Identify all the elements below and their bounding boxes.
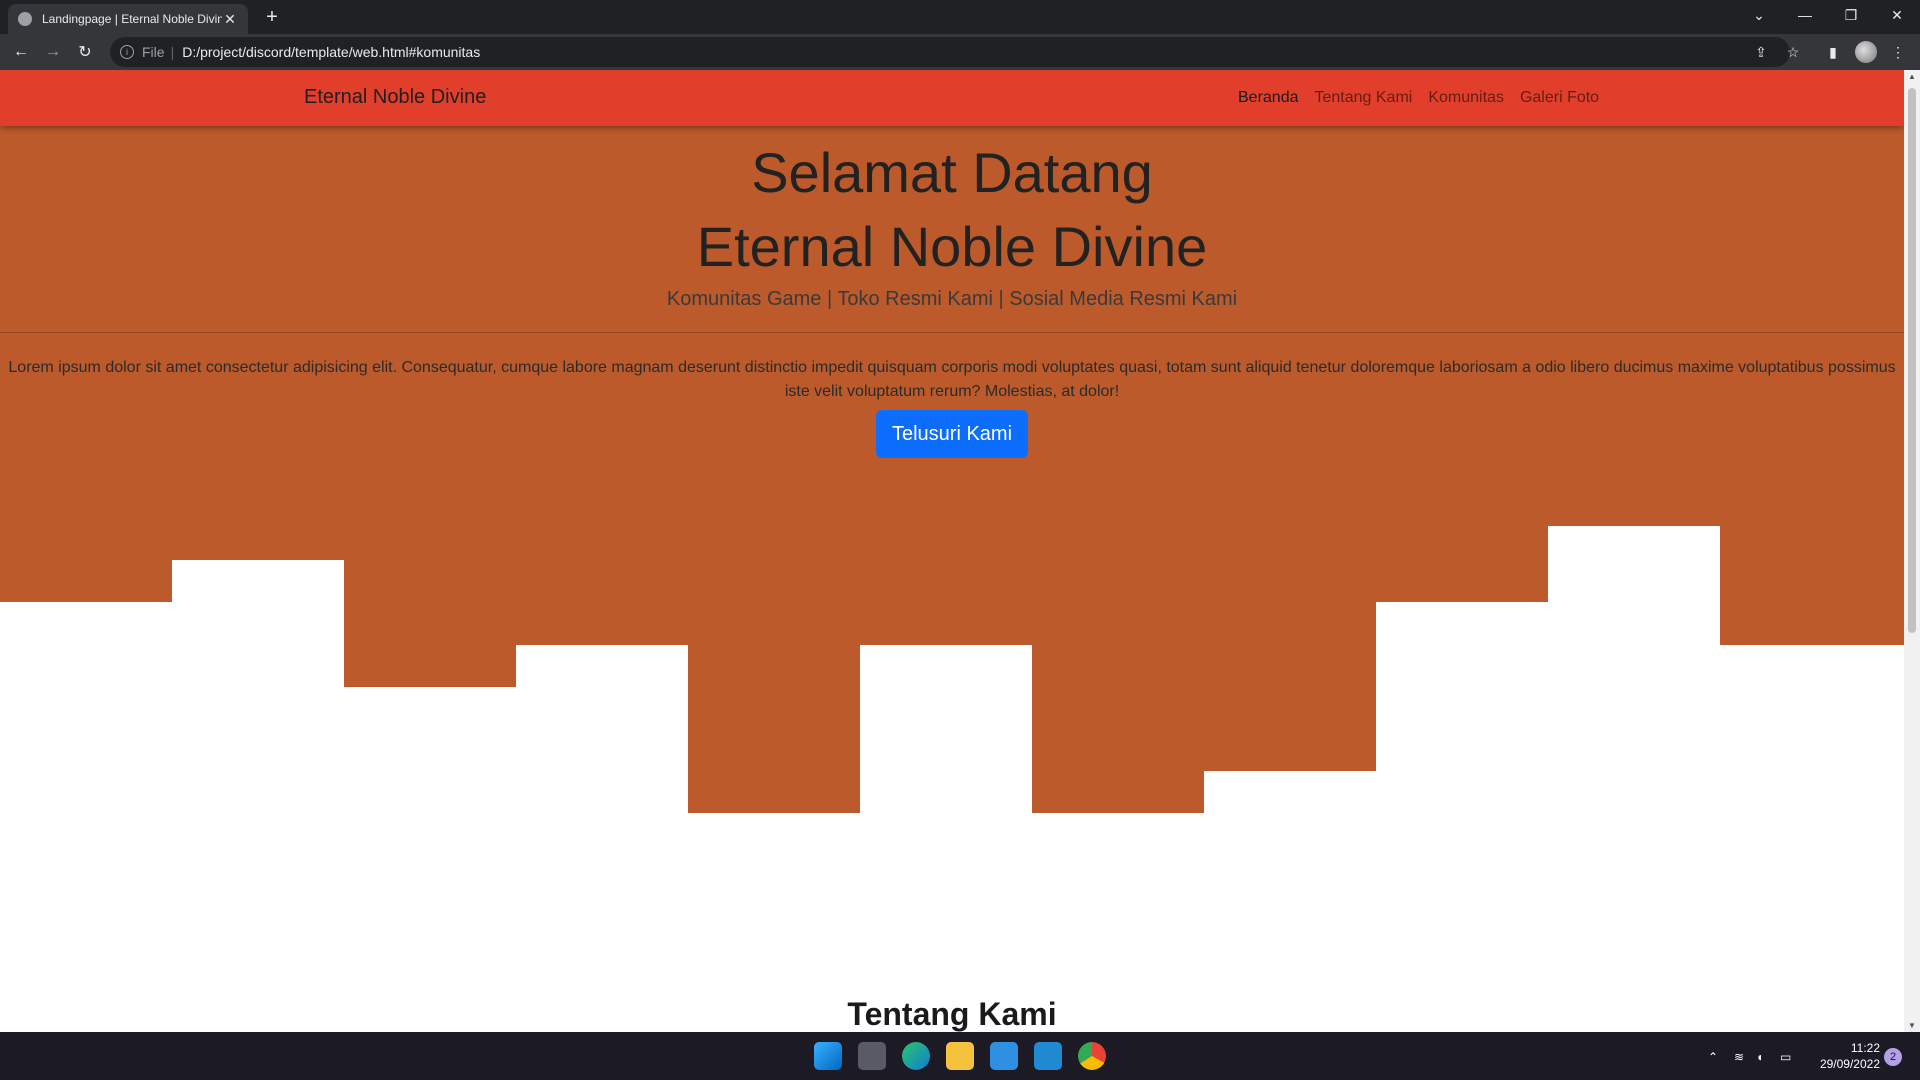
address-bar[interactable]: i File | D:/project/discord/template/web… [110,37,1790,67]
scroll-up-icon[interactable]: ▲ [1904,72,1920,81]
reload-icon[interactable]: ↻ [74,41,96,63]
nav-link-tentang-kami[interactable]: Tentang Kami [1315,89,1413,107]
browser-tab[interactable]: Landingpage | Eternal Noble Divine ✕ [8,4,248,34]
system-clock[interactable]: 11:22 29/09/2022 [1808,1040,1880,1072]
nav-link-beranda[interactable]: Beranda [1238,89,1299,107]
site-brand[interactable]: Eternal Noble Divine [304,86,486,109]
address-url[interactable]: D:/project/discord/template/web.html#kom… [182,44,480,60]
browser-tab-strip: Landingpage | Eternal Noble Divine ✕ + ⌄… [0,0,1920,34]
close-tab-icon[interactable]: ✕ [222,11,238,28]
page-viewport: Selamat Datang Eternal Noble Divine Komu… [0,70,1904,1032]
clock-time: 11:22 [1850,1041,1880,1055]
share-icon[interactable]: ⇪ [1750,41,1772,63]
close-window-icon[interactable]: ✕ [1874,0,1920,30]
globe-icon [18,12,32,26]
address-separator: | [170,44,175,60]
site-navbar: Eternal Noble Divine Beranda Tentang Kam… [0,70,1904,126]
file-label: File [142,44,165,60]
notification-badge[interactable]: 2 [1884,1048,1902,1066]
minimize-icon[interactable]: — [1782,0,1828,30]
menu-kebab-icon[interactable]: ⋮ [1887,41,1909,63]
tab-title: Landingpage | Eternal Noble Divine [42,12,222,26]
file-explorer-icon[interactable] [946,1042,974,1070]
browser-toolbar: ← → ↻ i File | D:/project/discord/templa… [0,34,1920,70]
profile-avatar[interactable] [1855,41,1877,63]
scrollbar-thumb[interactable] [1908,88,1916,633]
windows-start-icon[interactable] [814,1042,842,1070]
battery-icon[interactable]: ▭ [1780,1050,1791,1064]
nav-link-komunitas[interactable]: Komunitas [1428,89,1504,107]
forward-icon[interactable]: → [42,41,64,63]
new-tab-button[interactable]: + [260,6,284,29]
chrome-icon[interactable] [1078,1042,1106,1070]
tray-chevron-icon[interactable]: ⌃ [1708,1050,1718,1064]
back-icon[interactable]: ← [10,41,32,63]
task-view-icon[interactable] [858,1042,886,1070]
tab-search-icon[interactable]: ⌄ [1736,0,1782,30]
info-icon[interactable]: i [120,45,134,59]
nav-link-galeri-foto[interactable]: Galeri Foto [1520,89,1599,107]
clock-date: 29/09/2022 [1819,1057,1880,1071]
page-scrollbar[interactable]: ▲ ▼ [1904,70,1920,1032]
vscode-icon[interactable] [1034,1042,1062,1070]
window-controls: ⌄ — ❐ ✕ [1736,0,1920,30]
scroll-down-icon[interactable]: ▼ [1904,1021,1920,1030]
side-panel-icon[interactable]: ▮ [1822,41,1844,63]
nav-links: Beranda Tentang Kami Komunitas Galeri Fo… [1238,89,1599,107]
restore-icon[interactable]: ❐ [1828,0,1874,30]
volume-icon[interactable]: ◖ [1756,1050,1763,1064]
wifi-icon[interactable]: ≋ [1734,1050,1744,1064]
edge-browser-icon[interactable] [902,1042,930,1070]
windows-taskbar: ⌃ ≋ ◖ ▭ 11:22 29/09/2022 2 [0,1032,1920,1080]
mail-icon[interactable] [990,1042,1018,1070]
bookmark-star-icon[interactable]: ☆ [1782,41,1804,63]
stepped-wave-shape [0,476,1904,813]
about-section-title: Tentang Kami [847,996,1057,1032]
